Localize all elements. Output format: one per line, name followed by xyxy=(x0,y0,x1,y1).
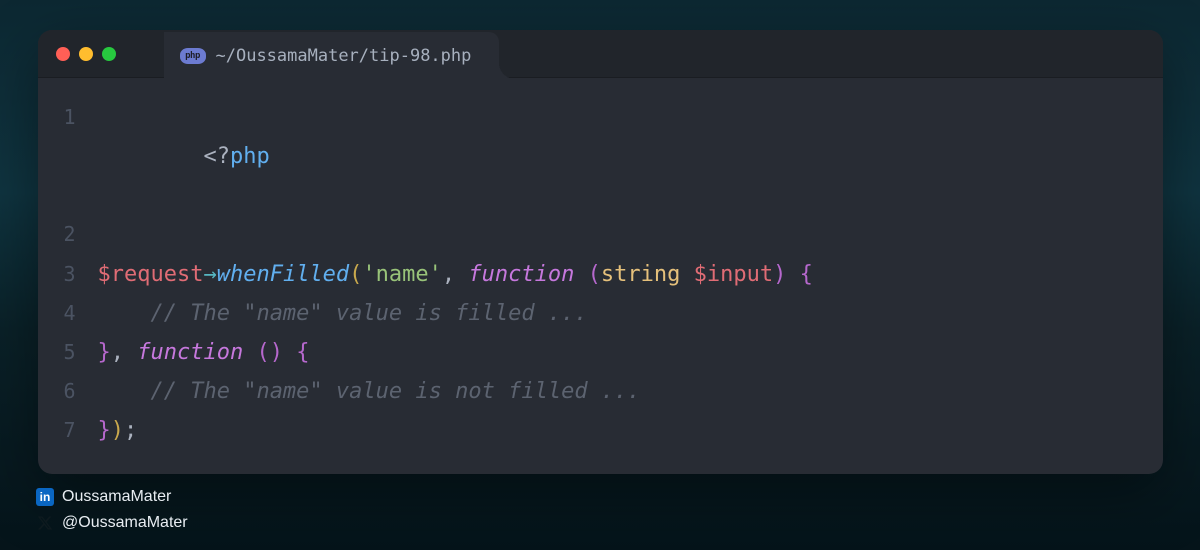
indent xyxy=(98,301,151,326)
title-bar: php ~/OussamaMater/tip-98.php xyxy=(38,30,1163,78)
php-keyword: php xyxy=(230,144,270,169)
space xyxy=(574,262,587,287)
brace: { xyxy=(800,262,813,287)
php-icon: php xyxy=(180,48,206,64)
space xyxy=(243,340,256,365)
traffic-lights xyxy=(38,47,116,61)
social-links: in OussamaMater @OussamaMater xyxy=(36,488,188,532)
brace: { xyxy=(296,340,309,365)
paren: ( xyxy=(256,340,269,365)
variable: $request xyxy=(98,262,204,287)
php-open-tag: <? xyxy=(203,144,230,169)
linkedin-handle: OussamaMater xyxy=(62,488,171,506)
brace: } xyxy=(98,418,111,443)
keyword: function xyxy=(137,340,243,365)
comment: // The "name" value is not filled ... xyxy=(150,379,640,404)
line-number: 5 xyxy=(38,335,98,371)
arrow-operator: → xyxy=(203,262,216,287)
twitter-handle: @OussamaMater xyxy=(62,514,188,532)
code-line: 2 xyxy=(38,215,1163,254)
minimize-icon[interactable] xyxy=(79,47,93,61)
paren: ) xyxy=(270,340,283,365)
comment: // The "name" value is filled ... xyxy=(150,301,587,326)
paren: ( xyxy=(349,262,362,287)
parameter: $input xyxy=(694,262,773,287)
line-number: 1 xyxy=(38,100,98,136)
paren: ) xyxy=(773,262,786,287)
file-tab[interactable]: php ~/OussamaMater/tip-98.php xyxy=(164,32,500,79)
type-hint: string xyxy=(601,262,680,287)
comma: , xyxy=(111,340,138,365)
code-line: 6 // The "name" value is not filled ... xyxy=(38,372,1163,411)
code-line: 3 $request→whenFilled('name', function (… xyxy=(38,255,1163,294)
space xyxy=(283,340,296,365)
maximize-icon[interactable] xyxy=(102,47,116,61)
indent xyxy=(98,379,151,404)
space xyxy=(786,262,799,287)
space xyxy=(680,262,693,287)
keyword: function xyxy=(468,262,574,287)
code-line: 1 <?php xyxy=(38,98,1163,215)
code-editor: 1 <?php 2 3 $request→whenFilled('name', … xyxy=(38,78,1163,474)
line-number: 4 xyxy=(38,296,98,332)
string-literal: 'name' xyxy=(362,262,441,287)
method-call: whenFilled xyxy=(217,262,349,287)
line-number: 7 xyxy=(38,413,98,449)
paren: ( xyxy=(588,262,601,287)
close-icon[interactable] xyxy=(56,47,70,61)
twitter-link[interactable]: @OussamaMater xyxy=(36,514,188,532)
semicolon: ; xyxy=(124,418,137,443)
paren: ) xyxy=(111,418,124,443)
code-line: 4 // The "name" value is filled ... xyxy=(38,294,1163,333)
comma: , xyxy=(442,262,469,287)
line-number: 6 xyxy=(38,374,98,410)
linkedin-link[interactable]: in OussamaMater xyxy=(36,488,188,506)
line-number: 3 xyxy=(38,257,98,293)
code-line: 7 }); xyxy=(38,411,1163,450)
tab-title: ~/OussamaMater/tip-98.php xyxy=(216,46,472,66)
code-window: php ~/OussamaMater/tip-98.php 1 <?php 2 … xyxy=(38,30,1163,474)
code-line: 5 }, function () { xyxy=(38,333,1163,372)
brace: } xyxy=(98,340,111,365)
x-icon xyxy=(36,514,54,532)
line-number: 2 xyxy=(38,217,98,253)
linkedin-icon: in xyxy=(36,488,54,506)
